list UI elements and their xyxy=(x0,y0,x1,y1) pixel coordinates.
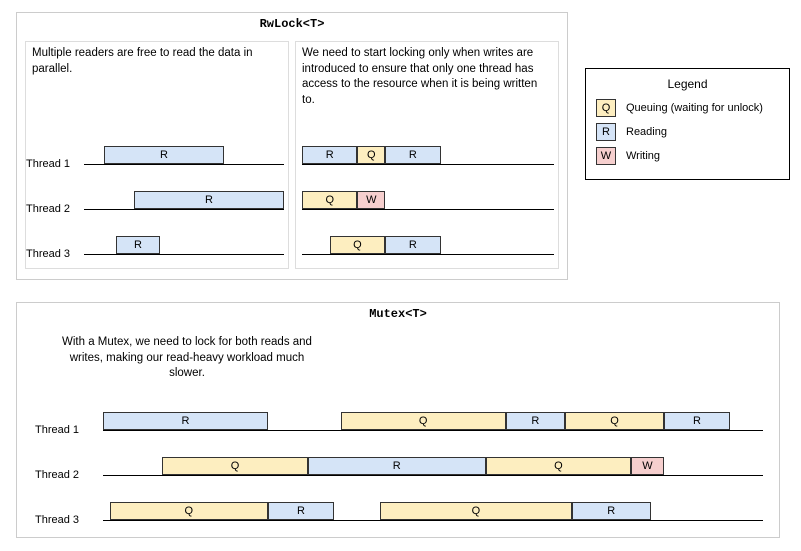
bar-q: Q xyxy=(330,236,385,254)
legend-label: Writing xyxy=(626,150,660,162)
thread-axis xyxy=(84,164,284,165)
legend-panel: Legend Q Queuing (waiting for unlock) R … xyxy=(585,68,790,180)
legend-label: Queuing (waiting for unlock) xyxy=(626,102,763,114)
thread-axis xyxy=(84,209,284,210)
bar-r: R xyxy=(506,412,565,430)
mutex-panel: Mutex<T> With a Mutex, we need to lock f… xyxy=(16,302,780,538)
bar-q: Q xyxy=(341,412,506,430)
bar-q: Q xyxy=(565,412,664,430)
bar-r: R xyxy=(385,236,440,254)
bar-r: R xyxy=(268,502,334,520)
thread-label: Thread 2 xyxy=(35,469,95,481)
rwlock-left-panel: Multiple readers are free to read the da… xyxy=(25,41,289,269)
bar-track: Q R Q W xyxy=(103,457,763,475)
rw-left-thread1: Thread 1 R xyxy=(26,142,288,168)
bar-w: W xyxy=(357,191,385,209)
rw-right-thread2: Q W xyxy=(296,187,558,213)
bar-q: Q xyxy=(110,502,268,520)
bar-r: R xyxy=(103,412,268,430)
thread-axis xyxy=(84,254,284,255)
bar-q: Q xyxy=(357,146,385,164)
mutex-thread3: Thread 3 Q R Q R xyxy=(17,498,779,524)
mutex-thread1: Thread 1 R Q R Q R xyxy=(17,408,779,434)
bar-track: R xyxy=(84,236,284,254)
rwlock-panel: RwLock<T> Multiple readers are free to r… xyxy=(16,12,568,280)
bar-track: R Q R Q R xyxy=(103,412,763,430)
rwlock-right-desc: We need to start locking only when write… xyxy=(296,42,558,112)
bar-track: R Q R xyxy=(302,146,554,164)
bar-track: R xyxy=(84,191,284,209)
rw-left-thread2: Thread 2 R xyxy=(26,187,288,213)
bar-track: Q R Q R xyxy=(103,502,763,520)
queuing-icon: Q xyxy=(596,99,616,117)
bar-track: Q R xyxy=(302,236,554,254)
legend-row-r: R Reading xyxy=(596,123,779,141)
bar-r: R xyxy=(308,457,486,475)
bar-r: R xyxy=(134,191,284,209)
bar-r: R xyxy=(104,146,224,164)
rwlock-left-desc: Multiple readers are free to read the da… xyxy=(26,42,288,81)
mutex-thread2: Thread 2 Q R Q W xyxy=(17,453,779,479)
rwlock-title: RwLock<T> xyxy=(17,13,567,35)
legend-title: Legend xyxy=(596,77,779,91)
bar-r: R xyxy=(385,146,440,164)
thread-axis xyxy=(103,430,763,431)
thread-axis xyxy=(302,254,554,255)
thread-label: Thread 3 xyxy=(35,514,95,526)
bar-q: Q xyxy=(162,457,307,475)
bar-r: R xyxy=(572,502,651,520)
rwlock-right-panel: We need to start locking only when write… xyxy=(295,41,559,269)
legend-label: Reading xyxy=(626,126,667,138)
thread-label: Thread 3 xyxy=(26,248,84,260)
bar-r: R xyxy=(664,412,730,430)
thread-label: Thread 2 xyxy=(26,203,84,215)
thread-axis xyxy=(302,209,554,210)
reading-icon: R xyxy=(596,123,616,141)
bar-track: Q W xyxy=(302,191,554,209)
thread-axis xyxy=(103,475,763,476)
mutex-desc: With a Mutex, we need to lock for both r… xyxy=(47,331,327,386)
bar-track: R xyxy=(84,146,284,164)
thread-label: Thread 1 xyxy=(26,158,84,170)
bar-r: R xyxy=(302,146,357,164)
bar-w: W xyxy=(631,457,664,475)
bar-q: Q xyxy=(302,191,357,209)
bar-r: R xyxy=(116,236,160,254)
thread-axis xyxy=(302,164,554,165)
bar-q: Q xyxy=(380,502,571,520)
legend-row-w: W Writing xyxy=(596,147,779,165)
legend-row-q: Q Queuing (waiting for unlock) xyxy=(596,99,779,117)
mutex-title: Mutex<T> xyxy=(17,303,779,325)
thread-axis xyxy=(103,520,763,521)
thread-label: Thread 1 xyxy=(35,424,95,436)
rw-left-thread3: Thread 3 R xyxy=(26,232,288,258)
writing-icon: W xyxy=(596,147,616,165)
rw-right-thread3: Q R xyxy=(296,232,558,258)
bar-q: Q xyxy=(486,457,631,475)
rw-right-thread1: R Q R xyxy=(296,142,558,168)
